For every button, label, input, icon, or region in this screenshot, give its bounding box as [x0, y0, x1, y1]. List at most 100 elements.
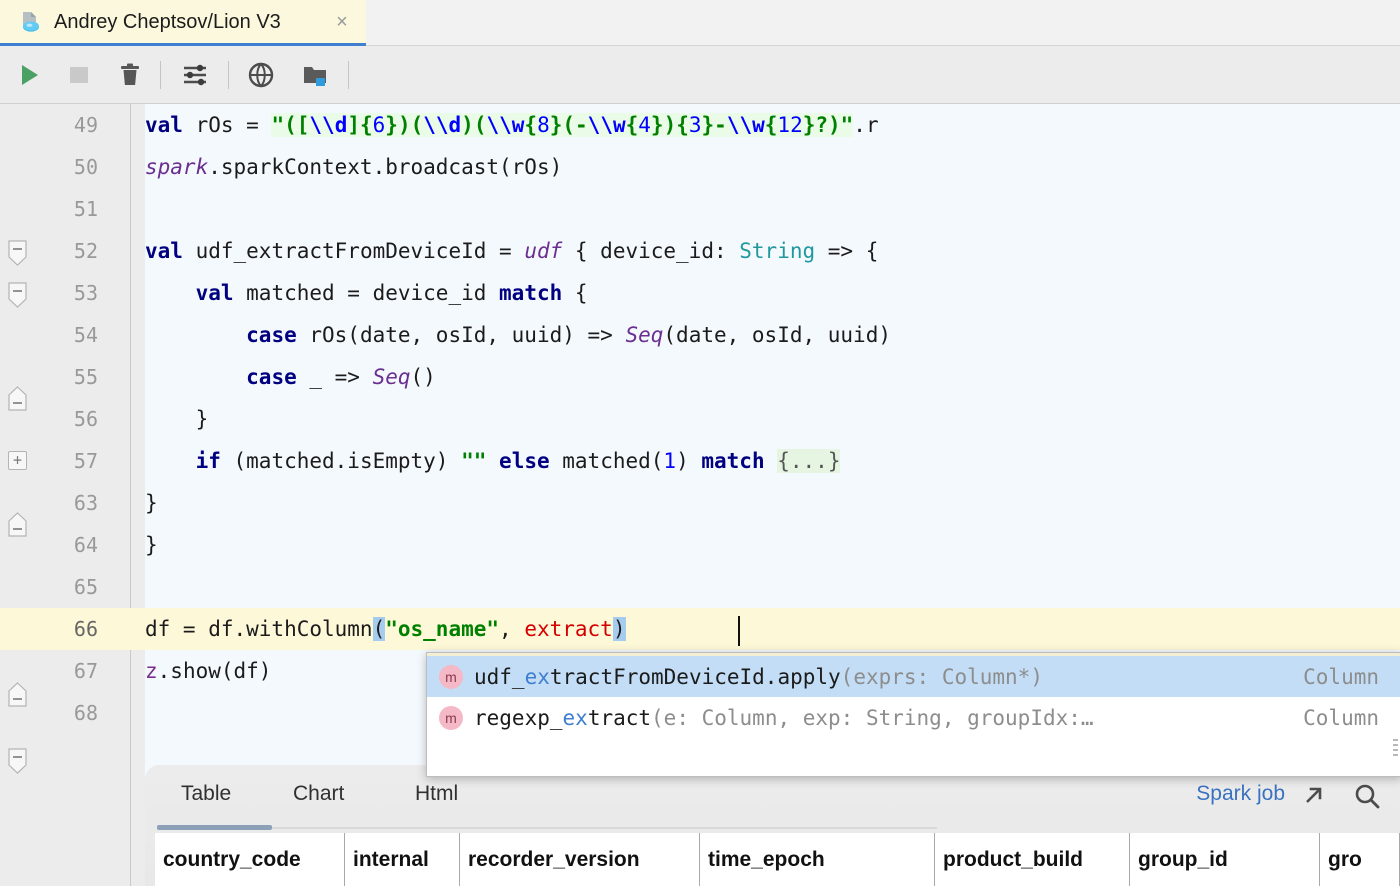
- code-line-50: spark.sparkContext.broadcast(rOs): [145, 146, 562, 188]
- tok-regex-w3: \\w: [726, 113, 765, 137]
- fold-marker-collapse-53[interactable]: [8, 282, 27, 308]
- tok-close-paren: ): [676, 449, 702, 473]
- code-line-66: df = df.withColumn("os_name", extract): [145, 608, 626, 650]
- tok-paren-close-highlight: ): [612, 617, 626, 641]
- tok-string-type: String: [739, 239, 816, 263]
- tok-val: val: [145, 113, 183, 137]
- tok-regex-c8: {: [764, 113, 778, 137]
- tok-brace-close-64: }: [145, 533, 158, 557]
- tok-regex-c5: {: [625, 113, 639, 137]
- method-icon: m: [439, 705, 463, 730]
- completion-item-0[interactable]: m udf_extractFromDeviceId.apply(exprs: C…: [427, 656, 1400, 697]
- tok-spark: spark: [145, 155, 209, 179]
- tok-brace-close4: }: [145, 407, 209, 431]
- item-rest: tractFromDeviceId.apply: [549, 664, 841, 689]
- result-table: country_code internal recorder_version t…: [155, 833, 1400, 886]
- editor-line: 64: [0, 524, 1400, 566]
- table-header-cell[interactable]: gro: [1320, 833, 1400, 886]
- editor-line: 56: [0, 398, 1400, 440]
- completion-item-return-type: Column: [1303, 705, 1379, 730]
- result-panel: Table Chart Html Spark job country_code: [145, 765, 1400, 886]
- folded-code-placeholder[interactable]: {...}: [777, 449, 841, 473]
- code-line-49: val rOs = "([\\d]{6})(\\d)(\\w{8}(-\\w{4…: [145, 104, 879, 146]
- tok-regex-c2: )(: [461, 113, 487, 137]
- tok-regex-n12: 12: [777, 113, 803, 137]
- stop-button[interactable]: [54, 46, 104, 104]
- column-label: product_build: [943, 847, 1083, 871]
- tab-chart[interactable]: Chart: [293, 765, 344, 823]
- code-line-67: z.show(df): [145, 650, 271, 692]
- table-header-cell[interactable]: country_code: [155, 833, 345, 886]
- external-link-icon[interactable]: [1298, 781, 1328, 811]
- column-label: time_epoch: [708, 847, 825, 871]
- open-in-browser-button[interactable]: [236, 46, 286, 104]
- tok-indent8: [145, 323, 246, 347]
- code-line-64: }: [145, 524, 158, 566]
- notebook-icon: [16, 9, 42, 35]
- code-completion-popup[interactable]: m udf_extractFromDeviceId.apply(exprs: C…: [426, 652, 1400, 777]
- table-header-cell[interactable]: recorder_version: [460, 833, 700, 886]
- fold-marker-collapse-next[interactable]: [8, 748, 27, 774]
- tok-if-cond: (matched.isEmpty): [220, 449, 462, 473]
- tok-arrow-open: => {: [815, 239, 879, 263]
- item-prefix: udf_: [474, 664, 525, 689]
- tok-udf: udf: [524, 239, 563, 263]
- editor-line: 65: [0, 566, 1400, 608]
- popup-scrollbar[interactable]: [1393, 739, 1398, 763]
- completion-item-1[interactable]: m regexp_extract(e: Column, exp: String,…: [427, 697, 1400, 738]
- column-label: gro: [1328, 847, 1362, 871]
- table-header-cell[interactable]: time_epoch: [700, 833, 935, 886]
- close-icon[interactable]: ×: [332, 12, 352, 32]
- tok-regex-d1: \\d: [309, 113, 348, 137]
- delete-button[interactable]: [105, 46, 155, 104]
- active-tab-indicator: [157, 825, 272, 830]
- line-number: 50: [73, 155, 98, 179]
- tab-table[interactable]: Table: [181, 765, 231, 823]
- fold-marker-end-64[interactable]: [8, 512, 27, 538]
- tok-case: case: [246, 323, 297, 347]
- tok-regex-w1: \\w: [486, 113, 525, 137]
- tok-indent-57: [145, 449, 196, 473]
- tok-else-rest: matched(: [549, 449, 664, 473]
- code-line-57: if (matched.isEmpty) "" else matched(1) …: [145, 440, 841, 482]
- editor-line: 51: [0, 188, 1400, 230]
- table-header-cell[interactable]: internal: [345, 833, 460, 886]
- table-header-cell[interactable]: product_build: [935, 833, 1130, 886]
- tok-else: else: [499, 449, 550, 473]
- search-icon[interactable]: [1352, 781, 1382, 811]
- table-header-cell[interactable]: group_id: [1130, 833, 1320, 886]
- line-number: 54: [73, 323, 98, 347]
- result-tab-rail: [167, 827, 937, 829]
- tok-regex-n3: 3: [688, 113, 702, 137]
- tok-z-rest: .show(df): [157, 659, 272, 683]
- settings-button[interactable]: [170, 46, 220, 104]
- tok-regex-dash2: -: [714, 113, 727, 137]
- toolbar-separator: [160, 61, 161, 89]
- notebook-tab[interactable]: Andrey Cheptsov/Lion V3 ×: [0, 0, 366, 46]
- completion-item-text: regexp_extract(e: Column, exp: String, g…: [474, 706, 1094, 730]
- tok-regex-b1: [: [296, 113, 310, 137]
- tok-indent8-2: [145, 365, 246, 389]
- item-prefix: regexp_: [474, 705, 563, 730]
- fold-marker-end-68[interactable]: [8, 682, 27, 708]
- completion-item-return-type: Column: [1303, 664, 1379, 689]
- tok-paren-open-highlight: (: [372, 617, 386, 641]
- tok-if: if: [195, 449, 221, 473]
- zeppelin-notebook-window: Andrey Cheptsov/Lion V3 × 49 50 51 52 53…: [0, 0, 1400, 886]
- code-line-55: case _ => Seq(): [145, 356, 436, 398]
- tok-os-name-str: "os_name": [385, 617, 500, 641]
- text-caret: [738, 616, 740, 646]
- fold-marker-expand-57[interactable]: +: [8, 451, 27, 470]
- code-line-54: case rOs(date, osId, uuid) => Seq(date, …: [145, 314, 891, 356]
- open-folder-button[interactable]: [290, 46, 340, 104]
- tab-title: Andrey Cheptsov/Lion V3: [54, 10, 281, 33]
- fold-marker-collapse-52[interactable]: [8, 240, 27, 266]
- editor-line: 63: [0, 482, 1400, 524]
- sliders-icon: [184, 64, 206, 86]
- fold-marker-end-56[interactable]: [8, 386, 27, 412]
- tok-regex-w2: \\w: [587, 113, 626, 137]
- tok-regex-n6: 6: [372, 113, 386, 137]
- run-button[interactable]: [4, 46, 54, 104]
- line-number: 49: [73, 113, 98, 137]
- tok-z: z: [145, 659, 158, 683]
